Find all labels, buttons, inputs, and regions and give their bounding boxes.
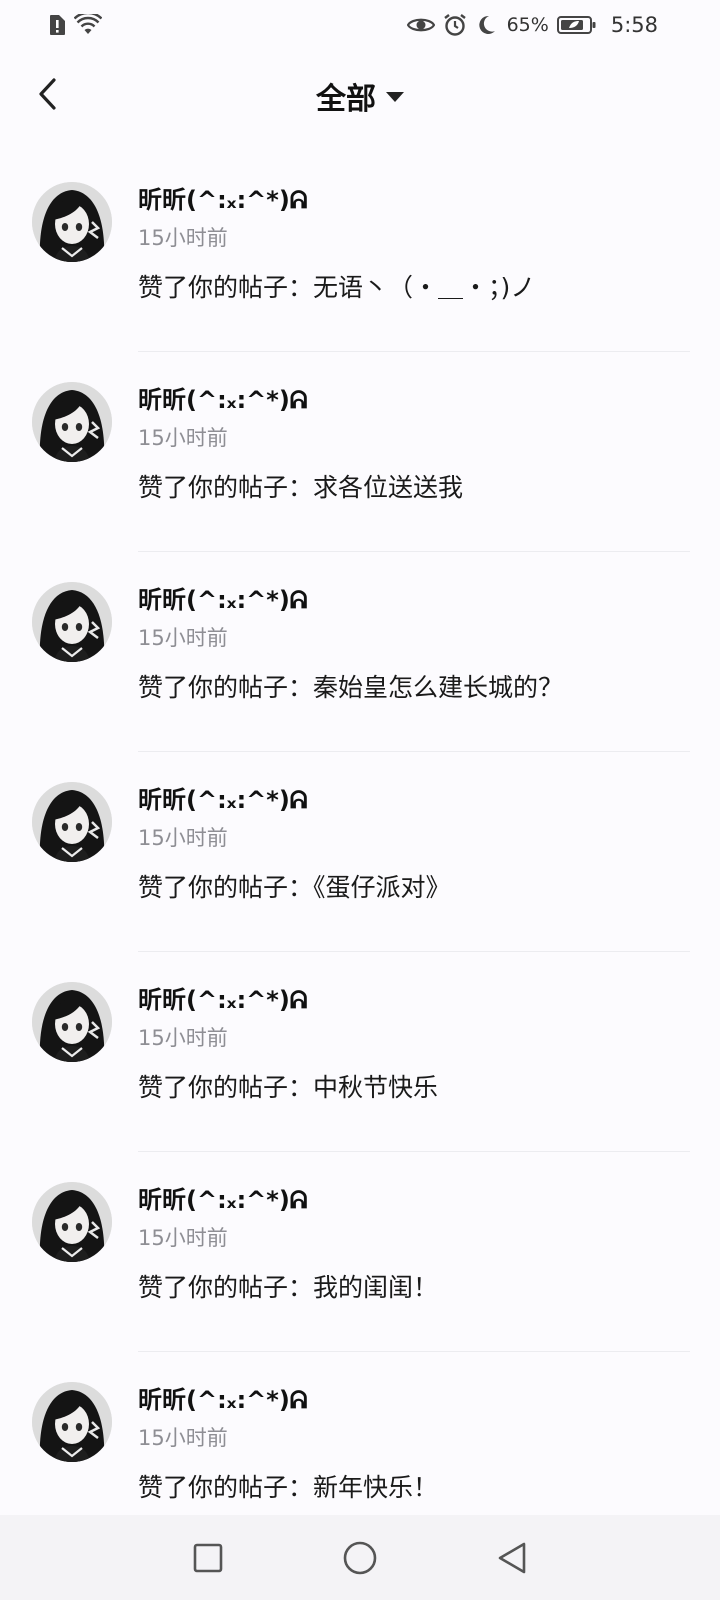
- avatar[interactable]: [32, 782, 112, 862]
- list-item[interactable]: 昕昕(^:ₓ:^*)ᕱ 15小时前 赞了你的帖子：中秋节快乐: [0, 960, 720, 1160]
- clock-time: 5:58: [610, 13, 658, 37]
- status-bar: 65% 5:58: [0, 0, 720, 50]
- system-navigation-bar: [0, 1515, 720, 1600]
- list-item[interactable]: 昕昕(^:ₓ:^*)ᕱ 15小时前 赞了你的帖子：求各位送送我: [0, 360, 720, 560]
- battery-icon: [556, 15, 597, 35]
- filter-dropdown[interactable]: 全部: [0, 76, 720, 117]
- caret-down-icon: [386, 92, 404, 102]
- divider: [138, 751, 690, 752]
- avatar-image: [32, 782, 112, 862]
- username[interactable]: 昕昕(^:ₓ:^*)ᕱ: [138, 580, 308, 615]
- notification-message[interactable]: 赞了你的帖子：《蛋仔派对》: [138, 868, 451, 904]
- avatar-image: [32, 1382, 112, 1462]
- avatar-image: [32, 382, 112, 462]
- avatar[interactable]: [32, 382, 112, 462]
- list-item[interactable]: 昕昕(^:ₓ:^*)ᕱ 15小时前 赞了你的帖子：秦始皇怎么建长城的？: [0, 560, 720, 760]
- username[interactable]: 昕昕(^:ₓ:^*)ᕱ: [138, 1380, 308, 1415]
- avatar-image: [32, 182, 112, 262]
- notification-message[interactable]: 赞了你的帖子：中秋节快乐: [138, 1068, 438, 1104]
- triangle-back-icon: [498, 1542, 526, 1573]
- top-navigation: 全部: [0, 58, 720, 138]
- status-left: [48, 14, 102, 36]
- timestamp: 15小时前: [138, 626, 228, 650]
- username[interactable]: 昕昕(^:ₓ:^*)ᕱ: [138, 780, 308, 815]
- divider: [138, 1151, 690, 1152]
- list-item[interactable]: 昕昕(^:ₓ:^*)ᕱ 15小时前 赞了你的帖子：《蛋仔派对》: [0, 760, 720, 960]
- square-recents-icon: [193, 1543, 223, 1572]
- eye-icon: [406, 15, 435, 35]
- timestamp: 15小时前: [138, 426, 228, 450]
- username[interactable]: 昕昕(^:ₓ:^*)ᕱ: [138, 380, 308, 415]
- timestamp: 15小时前: [138, 226, 228, 250]
- timestamp: 15小时前: [138, 1026, 228, 1050]
- notification-message[interactable]: 赞了你的帖子：新年快乐！: [138, 1468, 438, 1504]
- moon-icon: [475, 14, 497, 36]
- notification-message[interactable]: 赞了你的帖子：无语丶（・＿・；)ノ: [138, 268, 535, 304]
- avatar[interactable]: [32, 982, 112, 1062]
- avatar[interactable]: [32, 1182, 112, 1262]
- divider: [138, 351, 690, 352]
- divider: [138, 1351, 690, 1352]
- notification-message[interactable]: 赞了你的帖子：秦始皇怎么建长城的？: [138, 668, 563, 704]
- timestamp: 15小时前: [138, 826, 228, 850]
- avatar-image: [32, 1182, 112, 1262]
- notification-message[interactable]: 赞了你的帖子：求各位送送我: [138, 468, 463, 504]
- battery-percent: 65%: [506, 14, 549, 36]
- recents-button[interactable]: [182, 1532, 234, 1584]
- list-item[interactable]: 昕昕(^:ₓ:^*)ᕱ 15小时前 赞了你的帖子：我的闺闺！: [0, 1160, 720, 1360]
- notification-list: 昕昕(^:ₓ:^*)ᕱ 15小时前 赞了你的帖子：无语丶（・＿・；)ノ 昕昕(^…: [0, 160, 720, 1560]
- username[interactable]: 昕昕(^:ₓ:^*)ᕱ: [138, 980, 308, 1015]
- list-item[interactable]: 昕昕(^:ₓ:^*)ᕱ 15小时前 赞了你的帖子：无语丶（・＿・；)ノ: [0, 160, 720, 360]
- notification-message[interactable]: 赞了你的帖子：我的闺闺！: [138, 1268, 438, 1304]
- alert-sim-icon: [48, 14, 66, 36]
- avatar[interactable]: [32, 582, 112, 662]
- timestamp: 15小时前: [138, 1426, 228, 1450]
- username[interactable]: 昕昕(^:ₓ:^*)ᕱ: [138, 180, 308, 215]
- avatar-image: [32, 582, 112, 662]
- alarm-icon: [443, 13, 467, 37]
- username[interactable]: 昕昕(^:ₓ:^*)ᕱ: [138, 1180, 308, 1215]
- circle-home-icon: [343, 1541, 377, 1574]
- divider: [138, 551, 690, 552]
- avatar[interactable]: [32, 182, 112, 262]
- page-title: 全部: [316, 82, 376, 117]
- home-button[interactable]: [334, 1532, 386, 1584]
- avatar-image: [32, 982, 112, 1062]
- avatar[interactable]: [32, 1382, 112, 1462]
- status-right: 65% 5:58: [406, 13, 658, 37]
- timestamp: 15小时前: [138, 1226, 228, 1250]
- wifi-icon: [74, 14, 102, 36]
- divider: [138, 951, 690, 952]
- system-back-button[interactable]: [486, 1532, 538, 1584]
